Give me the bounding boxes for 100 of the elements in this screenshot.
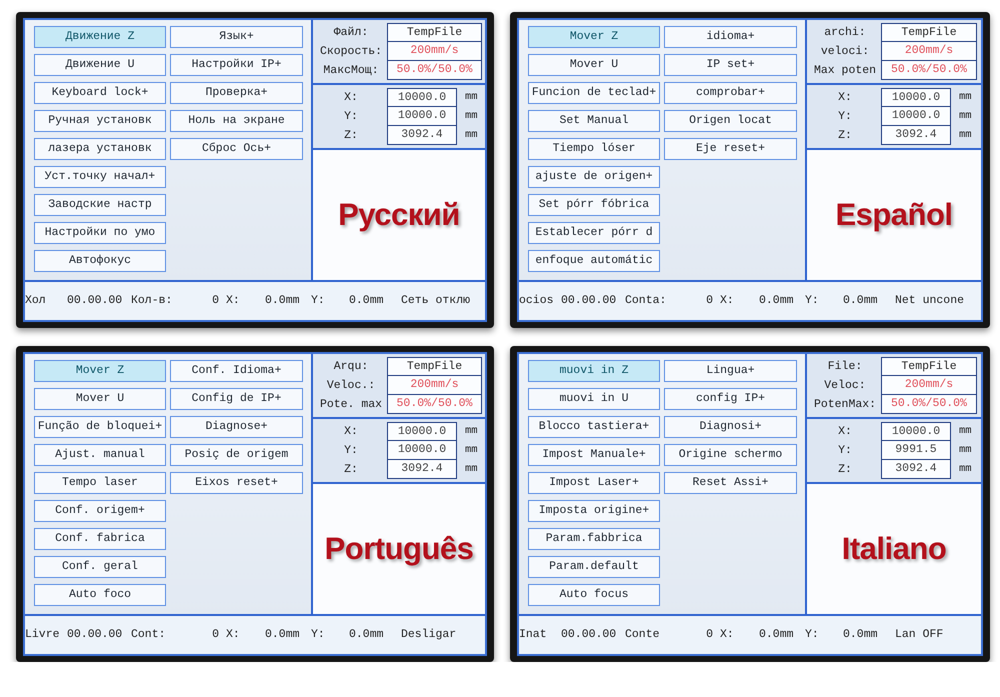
field-label: Arqu: <box>332 358 370 375</box>
menu-button[interactable]: Auto focus <box>528 584 660 606</box>
menu-button[interactable]: Conf. fabrica <box>34 528 166 550</box>
field-label: PotenMax: <box>812 396 878 413</box>
axis-label: Y: <box>805 627 819 644</box>
setting-field: 200mm/s <box>881 42 977 61</box>
menu-button[interactable]: лазера установк <box>34 138 166 160</box>
count-value: 0 <box>706 293 713 310</box>
axis-label: X: <box>837 90 853 106</box>
menu-button[interactable]: Eje reset+ <box>664 138 797 160</box>
menu-button[interactable]: Config de IP+ <box>170 388 303 410</box>
menu-button[interactable]: ajuste de origen+ <box>528 166 660 188</box>
menu-button[interactable]: muovi in Z <box>528 360 660 382</box>
unit-label: mm <box>958 90 972 105</box>
menu-button[interactable]: Keyboard lock+ <box>34 82 166 104</box>
coordinate-field: 10000.0 <box>387 88 457 107</box>
menu-button[interactable]: Funcion de teclad+ <box>528 82 660 104</box>
file-name-field: TempFile <box>881 23 977 42</box>
field-label: Pote. max <box>318 396 384 413</box>
coordinate-field: 10000.0 <box>881 88 951 107</box>
unit-label: mm <box>464 424 478 439</box>
menu-button[interactable]: Origine schermo <box>664 444 797 466</box>
menu-button[interactable]: Função de bloquei+ <box>34 416 166 438</box>
menu-button[interactable]: Diagnosi+ <box>664 416 797 438</box>
network-status: Desligar <box>401 627 456 644</box>
menu-button[interactable]: Язык+ <box>170 26 303 48</box>
position-value: 0.0mm <box>349 627 384 644</box>
menu-button[interactable]: Set pórr fóbrica <box>528 194 660 216</box>
menu-button[interactable]: Проверка+ <box>170 82 303 104</box>
menu-button[interactable]: Сброс Ось+ <box>170 138 303 160</box>
menu-button[interactable]: Reset Assi+ <box>664 472 797 494</box>
count-value: 0 <box>706 627 713 644</box>
menu-button[interactable]: Mover U <box>528 54 660 76</box>
count-label: Conta: <box>625 293 666 310</box>
axis-label: Y: <box>837 108 853 125</box>
menu-button[interactable]: Настройки по умо <box>34 222 166 244</box>
network-status: Сеть отклю <box>401 293 470 310</box>
menu-button[interactable]: Set Manual <box>528 110 660 132</box>
menu-button[interactable]: Imposta origine+ <box>528 500 660 522</box>
menu-button[interactable]: Lingua+ <box>664 360 797 382</box>
menu-button[interactable]: Posiç de origem <box>170 444 303 466</box>
menu-button[interactable]: Mover Z <box>528 26 660 48</box>
menu-button[interactable]: Ручная установк <box>34 110 166 132</box>
count-value: 0 <box>212 293 219 310</box>
menu-button[interactable]: Conf. geral <box>34 556 166 578</box>
menu-button[interactable]: Param.fabbrica <box>528 528 660 550</box>
menu-button[interactable]: Движение Z <box>34 26 166 48</box>
unit-label: mm <box>464 90 478 105</box>
axis-label: X: <box>343 424 359 440</box>
menu-button[interactable]: idioma+ <box>664 26 797 48</box>
menu-button[interactable]: Автофокус <box>34 250 166 272</box>
status-text: ocios <box>519 293 554 310</box>
field-label: МаксМощ: <box>322 62 380 79</box>
axis-label: Y: <box>343 108 359 125</box>
position-value: 0.0mm <box>349 293 384 310</box>
menu-button[interactable]: Eixos reset+ <box>170 472 303 494</box>
setting-field: 50.0%/50.0% <box>881 61 977 80</box>
menu-button[interactable]: muovi in U <box>528 388 660 410</box>
coordinate-field: 3092.4 <box>881 126 951 145</box>
position-value: 0.0mm <box>843 627 878 644</box>
coordinate-field: 3092.4 <box>387 126 457 145</box>
menu-button[interactable]: config IP+ <box>664 388 797 410</box>
menu-button[interactable]: Establecer pórr d <box>528 222 660 244</box>
count-label: Conte <box>625 627 660 644</box>
coordinate-field: 10000.0 <box>387 107 457 126</box>
language-title: Русский <box>338 197 460 233</box>
menu-button[interactable]: Impost Laser+ <box>528 472 660 494</box>
menu-button[interactable]: Ноль на экране <box>170 110 303 132</box>
menu-button[interactable]: Ajust. manual <box>34 444 166 466</box>
menu-button[interactable]: Origen locat <box>664 110 797 132</box>
setting-field: 200mm/s <box>387 42 482 61</box>
menu-button[interactable]: Настройки IP+ <box>170 54 303 76</box>
language-title: Español <box>835 197 953 233</box>
menu-button[interactable]: Движение U <box>34 54 166 76</box>
field-label: File: <box>826 358 864 375</box>
menu-button[interactable]: Заводские настр <box>34 194 166 216</box>
unit-label: mm <box>958 108 972 124</box>
time-text: 00.00.00 <box>561 627 616 644</box>
menu-button[interactable]: Blocco tastiera+ <box>528 416 660 438</box>
menu-button[interactable]: Уст.точку начал+ <box>34 166 166 188</box>
menu-button[interactable]: enfoque automátic <box>528 250 660 272</box>
status-text: Inat <box>519 627 547 644</box>
menu-button[interactable]: Mover Z <box>34 360 166 382</box>
menu-button[interactable]: Impost Manuale+ <box>528 444 660 466</box>
menu-button[interactable]: Conf. origem+ <box>34 500 166 522</box>
field-label: Max poten <box>812 62 878 79</box>
count-label: Кол-в: <box>131 293 172 310</box>
menu-button[interactable]: Auto foco <box>34 584 166 606</box>
coordinate-field: 10000.0 <box>387 441 457 460</box>
axis-label: X: <box>343 90 359 106</box>
coordinate-field: 10000.0 <box>881 107 951 126</box>
menu-button[interactable]: Tempo laser <box>34 472 166 494</box>
menu-button[interactable]: Diagnose+ <box>170 416 303 438</box>
menu-button[interactable]: Tiempo lóser <box>528 138 660 160</box>
menu-button[interactable]: Param.default <box>528 556 660 578</box>
unit-label: mm <box>958 128 972 143</box>
menu-button[interactable]: comprobar+ <box>664 82 797 104</box>
menu-button[interactable]: IP set+ <box>664 54 797 76</box>
menu-button[interactable]: Conf. Idioma+ <box>170 360 303 382</box>
menu-button[interactable]: Mover U <box>34 388 166 410</box>
